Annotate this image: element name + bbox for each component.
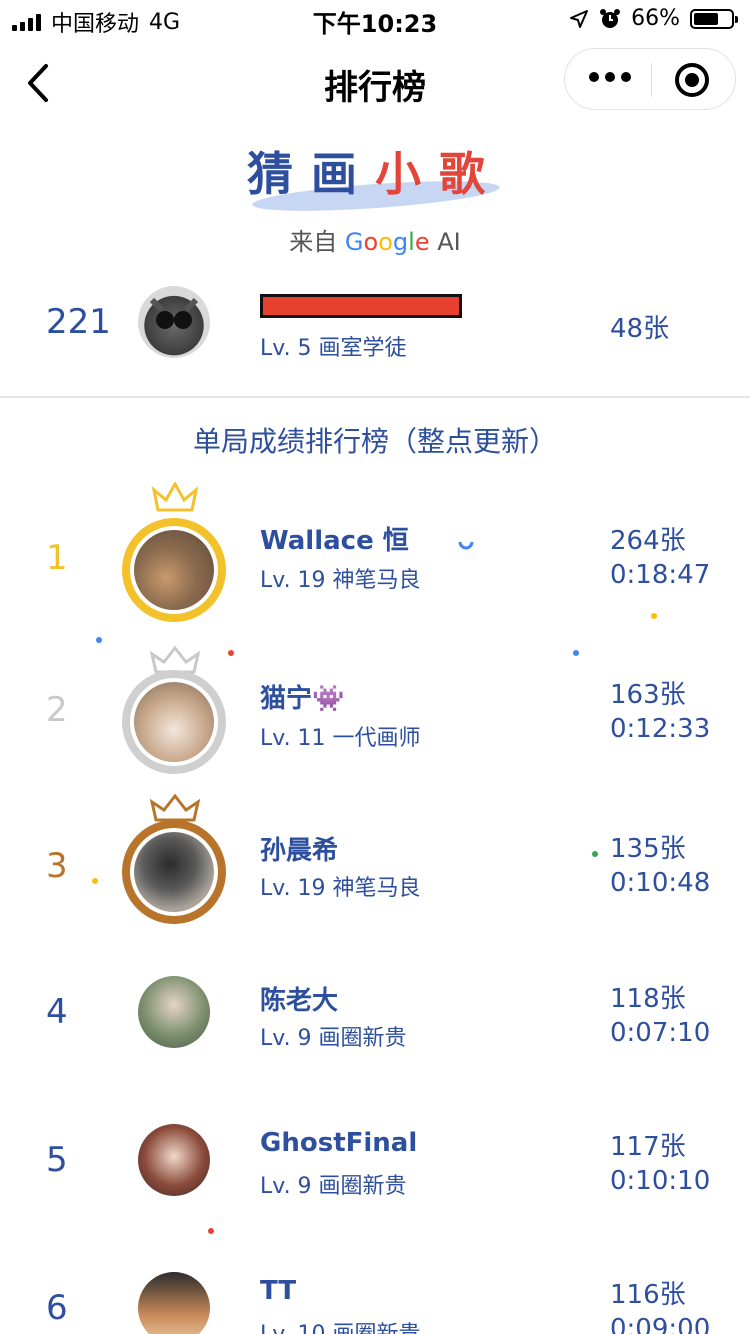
- avatar: [134, 530, 214, 610]
- bronze-avatar-frame: [122, 820, 226, 924]
- avatar: [138, 976, 210, 1048]
- my-drawing-count: 48张: [610, 314, 670, 344]
- mini-program-capsule: [564, 48, 736, 110]
- player-level: Lv. 9 画圈新贵: [260, 1174, 407, 1199]
- confetti-dot: [92, 878, 98, 884]
- my-level: Lv. 5 画室学徒: [260, 336, 407, 361]
- rank-number: 3: [46, 846, 68, 886]
- confetti-curl: [458, 541, 474, 550]
- player-name: GhostFinal: [260, 1128, 418, 1158]
- confetti-dot: [228, 650, 234, 656]
- drawing-count: 163张: [610, 680, 686, 710]
- leaderboard-row[interactable]: 6 TT Lv. 10 画圈新贵 116张 0:09:00: [0, 1244, 750, 1334]
- player-name: TT: [260, 1276, 297, 1306]
- leaderboard-row[interactable]: 4 陈老大 Lv. 9 画圈新贵 118张 0:07:10: [0, 948, 750, 1098]
- section-title: 单局成绩排行榜（整点更新）: [192, 425, 557, 458]
- confetti-dot: [651, 613, 657, 619]
- capsule-divider: [651, 63, 652, 97]
- status-right: 66%: [569, 6, 738, 31]
- logo-byline: 来自 Google AI: [0, 222, 750, 257]
- confetti-dot: [573, 650, 579, 656]
- silver-avatar-frame: [122, 670, 226, 774]
- ai-label: AI: [437, 228, 461, 256]
- alarm-clock-icon: [600, 8, 621, 28]
- my-rank-number: 221: [46, 302, 111, 342]
- google-wordmark: Google: [344, 228, 430, 256]
- player-level: Lv. 19 神笔马良: [260, 568, 421, 593]
- elapsed-time: 0:12:33: [610, 714, 711, 744]
- drawing-count: 117张: [610, 1132, 686, 1162]
- elapsed-time: 0:09:00: [610, 1314, 711, 1334]
- avatar: [134, 832, 214, 912]
- rank-number: 2: [46, 690, 68, 730]
- location-arrow-icon: [570, 9, 589, 28]
- leaderboard-row[interactable]: 1 Wallace 恒 Lv. 19 神笔马良 264张 0:18:47: [0, 482, 750, 636]
- gold-avatar-frame: [122, 518, 226, 622]
- avatar: [138, 1272, 210, 1334]
- battery-percent: 66%: [631, 6, 680, 31]
- logo-char: 画: [311, 147, 375, 201]
- logo-char: 歌: [439, 147, 503, 201]
- logo-title: 猜画小歌: [0, 138, 750, 204]
- avatar: [138, 1124, 210, 1196]
- app-logo: 猜画小歌 来自 Google AI: [0, 138, 750, 257]
- elapsed-time: 0:18:47: [610, 560, 711, 590]
- elapsed-time: 0:10:10: [610, 1166, 711, 1196]
- redacted-username: [260, 294, 462, 318]
- player-name: Wallace 恒: [260, 526, 409, 556]
- rank-number: 5: [46, 1140, 68, 1180]
- status-bar: 中国移动 4G 下午10:23 66%: [0, 0, 750, 40]
- gold-crown-icon: [151, 482, 199, 512]
- leaderboard-row[interactable]: 2 猫宁👾 Lv. 11 一代画师 163张 0:12:33: [0, 640, 750, 790]
- avatar: [138, 286, 210, 358]
- bronze-crown-icon: [150, 793, 200, 822]
- battery-fill: [694, 12, 718, 25]
- rank-number: 1: [46, 538, 68, 578]
- confetti-dot: [96, 637, 102, 643]
- drawing-count: 118张: [610, 984, 686, 1014]
- more-dots-icon[interactable]: [589, 72, 631, 82]
- my-rank-row[interactable]: 221 Lv. 5 画室学徒 48张: [0, 280, 750, 380]
- avatar: [134, 682, 214, 762]
- battery-icon: [690, 8, 738, 29]
- player-level: Lv. 11 一代画师: [260, 726, 421, 751]
- confetti-dot: [592, 851, 598, 857]
- drawing-count: 116张: [610, 1280, 686, 1310]
- elapsed-time: 0:10:48: [610, 868, 711, 898]
- from-label: 来自: [289, 228, 338, 256]
- rank-number: 4: [46, 992, 68, 1032]
- leaderboard-row[interactable]: 3 孙晨希 Lv. 19 神笔马良 135张 0:10:48: [0, 793, 750, 944]
- cat-with-sunglasses-icon: [149, 297, 199, 329]
- section-divider: [0, 396, 750, 398]
- drawing-count: 135张: [610, 834, 686, 864]
- target-close-icon[interactable]: [675, 63, 709, 97]
- player-name: 猫宁👾: [260, 684, 345, 714]
- navigation-bar: 排行榜: [0, 46, 750, 122]
- player-name: 陈老大: [260, 986, 339, 1016]
- logo-char: 小: [375, 147, 439, 201]
- player-level: Lv. 19 神笔马良: [260, 876, 421, 901]
- player-level: Lv. 9 画圈新贵: [260, 1026, 407, 1051]
- drawing-count: 264张: [610, 526, 686, 556]
- confetti-dot: [208, 1228, 214, 1234]
- rank-number: 6: [46, 1288, 68, 1328]
- logo-char: 猜: [247, 147, 311, 201]
- elapsed-time: 0:07:10: [610, 1018, 711, 1048]
- player-name: 孙晨希: [260, 836, 339, 866]
- leaderboard-row[interactable]: 5 GhostFinal Lv. 9 画圈新贵 117张 0:10:10: [0, 1096, 750, 1246]
- player-level: Lv. 10 画圈新贵: [260, 1316, 421, 1334]
